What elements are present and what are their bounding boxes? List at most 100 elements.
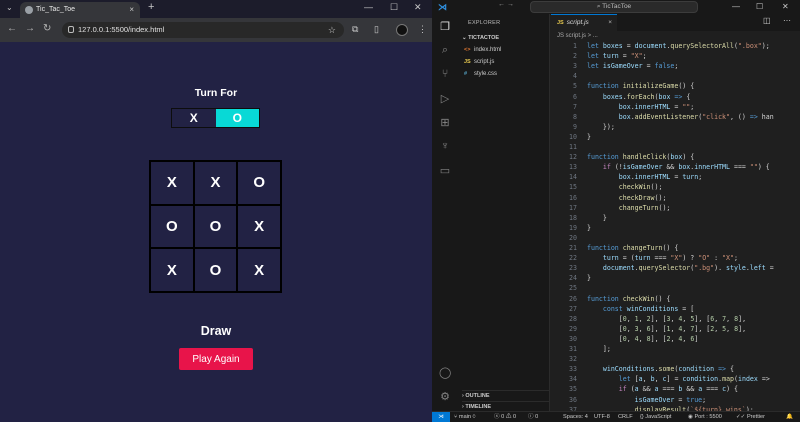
file-index-html[interactable]: <> index.html: [464, 45, 501, 55]
outline-section[interactable]: › OUTLINE: [462, 390, 550, 399]
code-token: let: [587, 62, 603, 71]
code-token: ".box": [737, 42, 762, 50]
tab-close-icon[interactable]: ×: [129, 2, 134, 18]
branch-status[interactable]: ⑂ main ⟳: [454, 412, 476, 422]
address-bar[interactable]: 127.0.0.1:5500/index.html ☆: [62, 22, 344, 38]
split-editor-icon[interactable]: ◫: [763, 16, 771, 25]
code-token: turn: [602, 254, 619, 263]
code-token: let: [618, 375, 635, 384]
side-panel-icon[interactable]: ▯: [374, 24, 379, 35]
code-token: checkDraw: [618, 193, 655, 202]
code-token: "X": [630, 52, 643, 61]
eol-status[interactable]: CRLF: [618, 412, 633, 422]
vscode-close-button[interactable]: ✕: [782, 2, 789, 11]
bookmark-star-icon[interactable]: ☆: [328, 22, 336, 38]
board-cell[interactable]: O: [194, 205, 237, 248]
code-token: boxes: [602, 42, 623, 50]
tab-search-icon[interactable]: ⌄: [6, 3, 13, 12]
history-arrows-icon[interactable]: ← →: [498, 1, 514, 8]
turn-o: O: [215, 109, 259, 127]
search-icon[interactable]: ⌕: [439, 44, 451, 57]
code-token: ===: [658, 385, 679, 394]
board-cell[interactable]: X: [151, 249, 193, 291]
back-arrow-icon[interactable]: ←: [7, 23, 17, 34]
play-again-button[interactable]: Play Again: [179, 348, 253, 370]
profile-avatar-icon[interactable]: [396, 24, 408, 36]
remote-explorer-icon[interactable]: ▭: [439, 164, 451, 177]
prettier-status[interactable]: ✓✓ Prettier: [736, 412, 765, 422]
file-name: index.html: [474, 47, 502, 53]
problems-status[interactable]: ⓧ 0 ⚠ 0: [494, 412, 516, 422]
code-token: box: [670, 153, 683, 162]
language-name: JavaScript: [645, 414, 672, 420]
more-actions-icon[interactable]: ⋯: [783, 16, 791, 25]
minimize-button[interactable]: —: [364, 2, 373, 12]
file-style-css[interactable]: # style.css: [464, 69, 497, 79]
code-token: ) ?: [682, 254, 699, 263]
board-cell[interactable]: X: [238, 205, 280, 248]
vscode-maximize-button[interactable]: ☐: [756, 2, 763, 11]
settings-gear-icon[interactable]: ⚙: [439, 390, 451, 403]
tab-script-js[interactable]: JS script.js ×: [551, 14, 617, 31]
close-tab-icon[interactable]: ×: [608, 15, 612, 31]
new-tab-button[interactable]: +: [148, 1, 154, 13]
extensions-icon[interactable]: ⧉: [352, 24, 358, 35]
forward-arrow-icon[interactable]: →: [25, 23, 35, 34]
code-token: function: [587, 244, 623, 252]
editor-tabs: JS script.js × ◫ ⋯: [551, 14, 800, 31]
browser-window: ⌄ Tic_Tac_Toe × + — ☐ ✕ ← → ↻ 127.0.0.1:…: [0, 0, 432, 422]
timeline-section[interactable]: › TIMELINE: [462, 401, 550, 410]
vscode-minimize-button[interactable]: —: [732, 2, 740, 11]
board-cell[interactable]: X: [238, 249, 280, 291]
python-icon[interactable]: ♆: [439, 140, 451, 152]
code-token: =: [622, 42, 635, 50]
encoding-status[interactable]: UTF-8: [594, 412, 610, 422]
code-token: condition: [678, 365, 715, 374]
source-control-icon[interactable]: ⑂: [439, 68, 451, 80]
code-token: ,: [626, 334, 635, 343]
code-token: style: [726, 264, 746, 273]
code-token: ,: [626, 314, 635, 323]
maximize-button[interactable]: ☐: [390, 2, 398, 13]
browser-tab-bar: ⌄ Tic_Tac_Toe × + — ☐ ✕: [0, 0, 432, 18]
code-token: checkWin: [622, 294, 655, 303]
indentation-status[interactable]: Spaces: 4: [563, 412, 588, 422]
code-token: ,: [714, 324, 723, 333]
language-status[interactable]: {} JavaScript: [640, 412, 671, 422]
code-token: "X": [722, 254, 734, 263]
close-window-button[interactable]: ✕: [414, 2, 422, 13]
info-status[interactable]: ⓘ 0: [528, 412, 538, 422]
folder-tictactoe[interactable]: ⌄ TICTACTOE: [462, 35, 499, 41]
board-cell[interactable]: X: [194, 162, 237, 204]
notifications-bell-icon[interactable]: 🔔: [786, 412, 793, 422]
board-cell[interactable]: O: [194, 249, 237, 291]
live-server-status[interactable]: ◉ Port : 5500: [688, 412, 722, 422]
menu-dots-icon[interactable]: ⋮: [418, 24, 427, 35]
html-file-icon: <>: [464, 47, 471, 53]
code-token: ();: [650, 183, 663, 192]
browser-tab[interactable]: Tic_Tac_Toe ×: [20, 2, 140, 18]
explorer-files-icon[interactable]: ❐: [439, 20, 451, 33]
code-token: ;: [642, 52, 647, 61]
globe-icon: [25, 6, 33, 14]
code-token: ();: [658, 203, 671, 212]
code-token: const: [602, 304, 627, 313]
reload-icon[interactable]: ↻: [43, 23, 51, 34]
account-icon[interactable]: ◯: [439, 366, 451, 379]
extensions-icon[interactable]: ⊞: [439, 116, 451, 129]
board-cell[interactable]: X: [151, 162, 193, 204]
command-center-search[interactable]: ⌕ TicTacToe: [530, 1, 698, 13]
board-cell[interactable]: O: [151, 205, 193, 248]
breadcrumb[interactable]: JS script.js > ...: [551, 31, 800, 42]
file-script-js[interactable]: JS script.js: [464, 57, 494, 67]
remote-indicator-icon[interactable]: ⋊: [432, 412, 450, 422]
site-info-icon[interactable]: [68, 26, 74, 33]
run-debug-icon[interactable]: ▷: [439, 92, 451, 105]
warning-count: 0: [512, 414, 517, 420]
board-cell[interactable]: O: [238, 162, 280, 204]
code-editor[interactable]: 1 let boxes = document.querySelectorAll("…: [551, 42, 800, 411]
